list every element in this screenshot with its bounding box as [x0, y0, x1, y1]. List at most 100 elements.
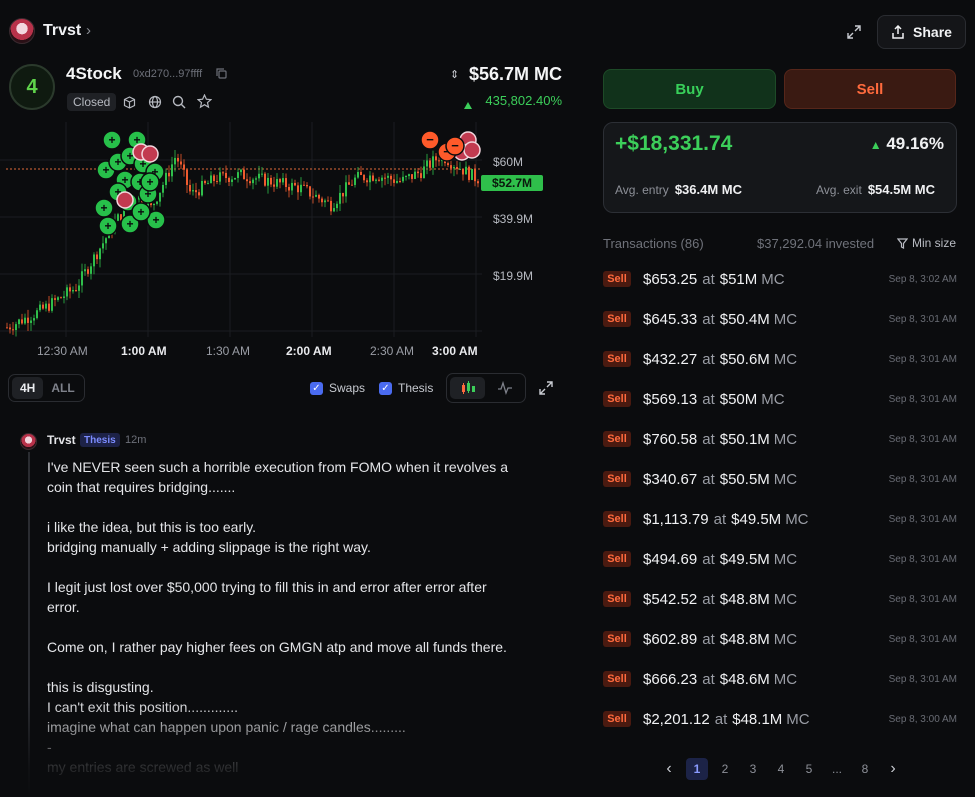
candle — [261, 173, 263, 175]
candle — [390, 175, 392, 180]
comment-avatar[interactable] — [20, 433, 37, 450]
transaction-at: at — [702, 430, 715, 448]
candlestick-chart-button[interactable] — [450, 377, 485, 399]
candle — [450, 165, 452, 169]
transaction-row[interactable]: Sell $494.69 at $49.5M MC Sep 8, 3:01 AM — [603, 539, 957, 579]
transaction-time: Sep 8, 3:01 AM — [888, 473, 957, 485]
transaction-time: Sep 8, 3:01 AM — [888, 353, 957, 365]
user-avatar[interactable] — [9, 18, 35, 44]
token-address[interactable]: 0xd270...97ffff — [133, 68, 202, 80]
sell-tag: Sell — [603, 271, 631, 287]
transaction-row[interactable]: Sell $653.25 at $51M MC Sep 8, 3:02 AM — [603, 259, 957, 299]
transaction-row[interactable]: Sell $432.27 at $50.6M MC Sep 8, 3:01 AM — [603, 339, 957, 379]
candle — [201, 181, 203, 196]
cube-icon[interactable] — [120, 93, 138, 111]
candle — [156, 201, 158, 204]
transaction-time: Sep 8, 3:01 AM — [888, 673, 957, 685]
chevron-left-icon[interactable]: ‹ — [658, 758, 680, 780]
candle — [273, 184, 275, 187]
min-size-filter[interactable]: Min size — [897, 236, 956, 250]
thesis-toggle[interactable]: ✓ Thesis — [379, 381, 433, 395]
trader-avatar-marker[interactable] — [463, 141, 481, 159]
sell-button[interactable]: Sell — [784, 69, 956, 109]
candle — [255, 178, 257, 180]
transaction-amount: $653.25 — [643, 270, 698, 288]
pnl-value: +$18,331.74 — [615, 132, 733, 155]
candle — [189, 184, 191, 192]
candle — [96, 254, 98, 260]
page-button[interactable]: 3 — [742, 758, 764, 780]
candle — [204, 181, 206, 184]
page-button[interactable]: 2 — [714, 758, 736, 780]
fullscreen-icon[interactable] — [537, 379, 555, 397]
current-price-tag: $52.7M — [481, 175, 543, 191]
transaction-mc-suffix: MC — [773, 670, 798, 688]
transaction-amount: $340.67 — [643, 470, 698, 488]
transaction-row[interactable]: Sell $340.67 at $50.5M MC Sep 8, 3:01 AM — [603, 459, 957, 499]
candle — [435, 156, 437, 161]
candle — [15, 324, 17, 331]
candle — [66, 287, 68, 297]
price-chart[interactable]: ++++++++++++++++++−−− — [0, 122, 560, 367]
user-name[interactable]: Trvst — [43, 22, 81, 40]
range-all-button[interactable]: ALL — [43, 377, 82, 399]
check-icon[interactable]: ✓ — [310, 381, 323, 395]
candle — [309, 186, 311, 197]
plus-icon: + — [146, 175, 153, 189]
market-cap: $56.7M MC — [468, 64, 562, 84]
chevron-right-icon[interactable]: › — [86, 22, 91, 39]
search-icon[interactable] — [170, 93, 188, 111]
transaction-amount: $645.33 — [643, 310, 698, 328]
share-button[interactable]: Share — [877, 15, 966, 49]
buy-button[interactable]: Buy — [603, 69, 776, 109]
candle — [459, 169, 461, 171]
line-chart-button[interactable] — [487, 377, 522, 399]
candle — [57, 297, 59, 300]
swaps-toggle[interactable]: ✓ Swaps — [310, 381, 365, 395]
candle — [225, 172, 227, 179]
candle — [411, 174, 413, 179]
chevron-right-icon[interactable]: › — [882, 758, 904, 780]
page-button[interactable]: 8 — [854, 758, 876, 780]
trader-avatar-marker[interactable] — [116, 191, 134, 209]
transaction-at: at — [702, 270, 715, 288]
transaction-row[interactable]: Sell $1,113.79 at $49.5M MC Sep 8, 3:01 AM — [603, 499, 957, 539]
candle — [378, 179, 380, 181]
star-icon[interactable] — [195, 92, 213, 110]
transaction-row[interactable]: Sell $569.13 at $50M MC Sep 8, 3:01 AM — [603, 379, 957, 419]
copy-icon[interactable] — [216, 68, 228, 80]
transaction-row[interactable]: Sell $645.33 at $50.4M MC Sep 8, 3:01 AM — [603, 299, 957, 339]
expand-icon[interactable] — [844, 22, 864, 42]
trader-avatar-marker[interactable] — [141, 145, 159, 163]
globe-icon[interactable] — [146, 93, 164, 111]
transaction-row[interactable]: Sell $760.58 at $50.1M MC Sep 8, 3:01 AM — [603, 419, 957, 459]
candle — [42, 304, 44, 309]
candle — [432, 156, 434, 168]
transaction-row[interactable]: Sell $602.89 at $48.8M MC Sep 8, 3:01 AM — [603, 619, 957, 659]
page-button[interactable]: 5 — [798, 758, 820, 780]
candle — [180, 161, 182, 165]
transaction-mc-suffix: MC — [773, 310, 798, 328]
transaction-at: at — [702, 350, 715, 368]
candle — [207, 183, 209, 185]
check-icon[interactable]: ✓ — [379, 381, 392, 395]
candle — [366, 180, 368, 183]
candle — [183, 164, 185, 170]
page-button[interactable]: ... — [826, 758, 848, 780]
transaction-row[interactable]: Sell $2,201.12 at $48.1M MC Sep 8, 3:00 AM — [603, 699, 957, 739]
transaction-row[interactable]: Sell $666.23 at $48.6M MC Sep 8, 3:01 AM — [603, 659, 957, 699]
candle — [429, 160, 431, 168]
page-button[interactable]: 1 — [686, 758, 708, 780]
candle — [417, 171, 419, 174]
range-4h-button[interactable]: 4H — [12, 377, 44, 399]
candle — [264, 173, 266, 186]
transaction-row[interactable]: Sell $542.52 at $48.8M MC Sep 8, 3:01 AM — [603, 579, 957, 619]
transaction-time: Sep 8, 3:01 AM — [888, 513, 957, 525]
candle — [354, 177, 356, 185]
candle — [237, 172, 239, 178]
page-button[interactable]: 4 — [770, 758, 792, 780]
candle — [414, 171, 416, 179]
transaction-mc-suffix: MC — [773, 550, 798, 568]
comment-author[interactable]: Trvst — [47, 433, 76, 447]
transaction-at: at — [702, 310, 715, 328]
